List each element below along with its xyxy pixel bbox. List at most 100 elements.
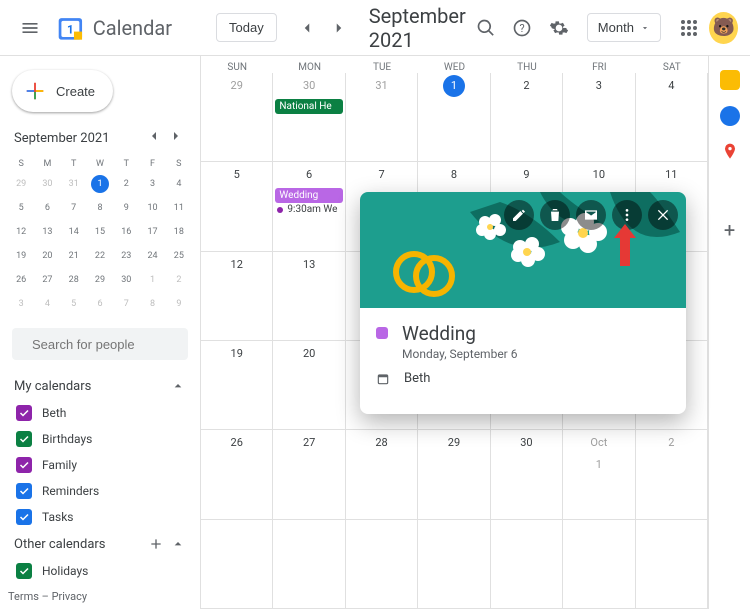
mini-day[interactable]: 26 (8, 268, 34, 292)
mini-day[interactable]: 31 (61, 172, 87, 196)
day-cell[interactable]: 2 (636, 430, 708, 519)
email-guests-button[interactable] (576, 200, 606, 230)
mini-day[interactable]: 12 (8, 220, 34, 244)
mini-day[interactable]: 4 (166, 172, 192, 196)
mini-day[interactable]: 27 (34, 268, 60, 292)
mini-day[interactable]: 30 (34, 172, 60, 196)
mini-prev-button[interactable] (144, 126, 164, 150)
day-cell[interactable]: 6Wedding9:30am We (273, 162, 345, 251)
mini-day[interactable]: 6 (87, 292, 113, 316)
mini-day[interactable]: 19 (8, 244, 34, 268)
mini-calendar[interactable]: SMTWTFS293031123456789101112131415161718… (8, 156, 192, 316)
day-cell[interactable]: Oct 1 (563, 430, 635, 519)
checkbox-icon[interactable] (16, 431, 32, 447)
mini-day[interactable]: 9 (113, 196, 139, 220)
prev-month-button[interactable] (293, 14, 321, 42)
mini-day[interactable]: 2 (113, 172, 139, 196)
day-cell[interactable] (563, 520, 635, 609)
main-menu-icon[interactable] (12, 8, 48, 48)
other-calendars-toggle[interactable]: Other calendars (8, 530, 192, 558)
mini-day[interactable]: 4 (34, 292, 60, 316)
view-selector[interactable]: Month (587, 13, 661, 42)
mini-day[interactable]: 5 (61, 292, 87, 316)
mini-day[interactable]: 16 (113, 220, 139, 244)
day-cell[interactable]: 5 (201, 162, 273, 251)
day-cell[interactable]: 20 (273, 341, 345, 430)
delete-event-button[interactable] (540, 200, 570, 230)
next-month-button[interactable] (325, 14, 353, 42)
footer-links[interactable]: Terms – Privacy (8, 590, 87, 603)
mini-day[interactable]: 29 (8, 172, 34, 196)
day-cell[interactable] (418, 520, 490, 609)
checkbox-icon[interactable] (16, 405, 32, 421)
day-cell[interactable]: 26 (201, 430, 273, 519)
event-chip[interactable]: Wedding (275, 188, 342, 203)
mini-next-button[interactable] (166, 126, 186, 150)
search-people[interactable] (12, 328, 188, 360)
tasks-icon[interactable] (720, 106, 740, 126)
mini-day[interactable]: 7 (113, 292, 139, 316)
mini-day[interactable]: 3 (139, 172, 165, 196)
day-cell[interactable]: 4 (636, 73, 708, 162)
event-item[interactable]: 9:30am We (273, 203, 344, 216)
calendar-item[interactable]: Beth (8, 400, 192, 426)
mini-day[interactable]: 7 (61, 196, 87, 220)
mini-day[interactable]: 6 (34, 196, 60, 220)
mini-day[interactable]: 30 (113, 268, 139, 292)
day-cell[interactable]: 1 (418, 73, 490, 162)
add-panel-icon[interactable]: + (724, 218, 735, 242)
mini-day[interactable]: 14 (61, 220, 87, 244)
calendar-item[interactable]: Family (8, 452, 192, 478)
mini-day[interactable]: 15 (87, 220, 113, 244)
edit-event-button[interactable] (504, 200, 534, 230)
day-cell[interactable]: 30National He (273, 73, 345, 162)
mini-day[interactable]: 21 (61, 244, 87, 268)
mini-day[interactable]: 3 (8, 292, 34, 316)
day-cell[interactable] (201, 520, 273, 609)
checkbox-icon[interactable] (16, 563, 32, 579)
day-cell[interactable]: 12 (201, 252, 273, 341)
close-popup-button[interactable] (648, 200, 678, 230)
add-calendar-icon[interactable] (148, 536, 164, 552)
search-icon[interactable] (470, 10, 502, 46)
help-icon[interactable]: ? (506, 10, 538, 46)
mini-day[interactable]: 2 (166, 268, 192, 292)
day-cell[interactable] (273, 520, 345, 609)
day-cell[interactable]: 29 (418, 430, 490, 519)
day-cell[interactable]: 28 (346, 430, 418, 519)
mini-day[interactable]: 11 (166, 196, 192, 220)
mini-day[interactable]: 10 (139, 196, 165, 220)
day-cell[interactable]: 19 (201, 341, 273, 430)
mini-day[interactable]: 8 (87, 196, 113, 220)
day-cell[interactable]: 30 (491, 430, 563, 519)
day-cell[interactable]: 2 (491, 73, 563, 162)
checkbox-icon[interactable] (16, 457, 32, 473)
mini-day[interactable]: 25 (166, 244, 192, 268)
mini-day[interactable]: 1 (139, 268, 165, 292)
mini-day[interactable]: 8 (139, 292, 165, 316)
mini-day[interactable]: 29 (87, 268, 113, 292)
calendar-item[interactable]: Holidays (8, 558, 192, 584)
my-calendars-toggle[interactable]: My calendars (8, 372, 192, 400)
mini-day[interactable]: 20 (34, 244, 60, 268)
day-cell[interactable]: 27 (273, 430, 345, 519)
checkbox-icon[interactable] (16, 483, 32, 499)
checkbox-icon[interactable] (16, 509, 32, 525)
day-cell[interactable]: 3 (563, 73, 635, 162)
event-chip[interactable]: National He (275, 99, 342, 114)
keep-icon[interactable] (720, 70, 740, 90)
calendar-item[interactable]: Tasks (8, 504, 192, 530)
day-cell[interactable]: 31 (346, 73, 418, 162)
mini-day[interactable]: 5 (8, 196, 34, 220)
settings-gear-icon[interactable] (542, 10, 574, 46)
today-button[interactable]: Today (216, 13, 277, 42)
google-apps-icon[interactable] (673, 10, 705, 46)
mini-day[interactable]: 18 (166, 220, 192, 244)
search-people-input[interactable] (32, 337, 200, 352)
mini-day[interactable]: 9 (166, 292, 192, 316)
calendar-item[interactable]: Reminders (8, 478, 192, 504)
day-cell[interactable] (636, 520, 708, 609)
mini-day[interactable]: 24 (139, 244, 165, 268)
day-cell[interactable]: 29 (201, 73, 273, 162)
day-cell[interactable] (346, 520, 418, 609)
